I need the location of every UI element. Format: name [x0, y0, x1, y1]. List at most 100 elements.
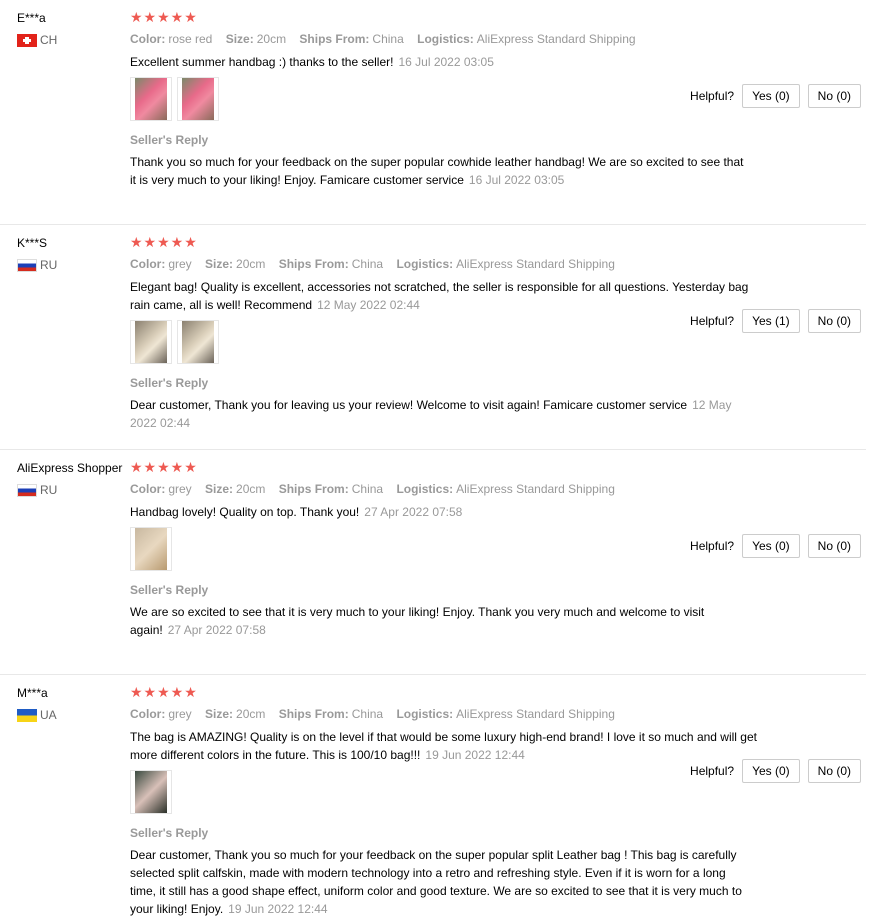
- ships-from-label: Ships From:: [299, 32, 370, 46]
- sellers-reply-text: Dear customer, Thank you for leaving us …: [130, 396, 750, 432]
- ships-from-label: Ships From:: [278, 707, 349, 721]
- review-photos: [130, 77, 770, 121]
- helpful-label: Helpful?: [690, 764, 735, 778]
- country-code: CH: [40, 33, 58, 47]
- reviewer-info: AliExpress Shopper RU: [17, 461, 129, 497]
- color-value: grey: [168, 257, 192, 271]
- ships-from-value: China: [372, 32, 404, 46]
- reviewer-name: K***S: [17, 236, 48, 250]
- country-code: RU: [40, 258, 58, 272]
- country-flag-icon: [17, 33, 37, 47]
- ships-from-value: China: [351, 257, 384, 271]
- reviewer-country: RU: [17, 483, 129, 497]
- size-value: 20cm: [236, 707, 266, 721]
- size-label: Size:: [205, 482, 234, 496]
- helpful-yes-button[interactable]: Yes (0): [742, 84, 800, 108]
- star-rating: ★★★★★: [130, 459, 198, 475]
- sellers-reply-text: We are so excited to see that it is very…: [130, 603, 750, 639]
- review-date: 12 May 2022 02:44: [317, 298, 420, 312]
- color-label: Color:: [130, 482, 166, 496]
- review-body: Elegant bag! Quality is excellent, acces…: [130, 280, 749, 312]
- review-content: ★★★★★ Color: rose red Size: 20cm Ships Fro…: [130, 9, 770, 189]
- review-date: 19 Jun 2022 12:44: [425, 748, 525, 762]
- review-item: AliExpress Shopper RU ★★★★★ Color: grey S…: [0, 450, 866, 675]
- ships-from-value: China: [351, 482, 384, 496]
- color-label: Color:: [130, 707, 166, 721]
- review-photo-thumbnail[interactable]: [130, 770, 172, 814]
- review-body: Excellent summer handbag :) thanks to th…: [130, 55, 394, 69]
- review-photo-thumbnail[interactable]: [177, 77, 219, 121]
- sellers-reply-title: Seller's Reply: [130, 826, 209, 840]
- pink-bag-photo: [135, 78, 167, 120]
- grey-bag-photo: [182, 321, 214, 363]
- helpful-no-button[interactable]: No (0): [807, 759, 861, 783]
- review-photos: [130, 527, 770, 571]
- reply-date: 16 Jul 2022 03:05: [468, 173, 565, 187]
- reviewer-name: M***a: [17, 686, 48, 700]
- helpful-controls: Helpful? Yes (1) No (0): [690, 309, 861, 333]
- reply-body: Dear customer, Thank you for leaving us …: [130, 398, 688, 412]
- review-content: ★★★★★ Color: grey Size: 20cm Ships From: Ch…: [130, 459, 770, 639]
- helpful-no-button[interactable]: No (0): [807, 84, 861, 108]
- helpful-no-button[interactable]: No (0): [807, 309, 861, 333]
- dark-bag-photo: [135, 771, 167, 813]
- reply-body: Dear customer, Thank you so much for you…: [130, 848, 742, 916]
- ships-from-value: China: [351, 707, 384, 721]
- review-photo-thumbnail[interactable]: [130, 320, 172, 364]
- ships-from-label: Ships From:: [278, 482, 349, 496]
- size-label: Size:: [225, 32, 254, 46]
- review-photo-thumbnail[interactable]: [177, 320, 219, 364]
- reviewer-country: UA: [17, 708, 129, 722]
- color-label: Color:: [130, 257, 166, 271]
- logistics-value: AliExpress Standard Shipping: [456, 707, 615, 721]
- logistics-value: AliExpress Standard Shipping: [456, 257, 615, 271]
- helpful-controls: Helpful? Yes (0) No (0): [690, 534, 861, 558]
- helpful-controls: Helpful? Yes (0) No (0): [690, 759, 861, 783]
- color-value: grey: [168, 482, 192, 496]
- logistics-label: Logistics:: [396, 482, 454, 496]
- helpful-no-button[interactable]: No (0): [807, 534, 861, 558]
- helpful-controls: Helpful? Yes (0) No (0): [690, 84, 861, 108]
- order-attributes: Color: rose red Size: 20cm Ships From: Chin…: [130, 31, 770, 47]
- grey-bag-photo: [135, 321, 167, 363]
- helpful-yes-button[interactable]: Yes (0): [742, 759, 800, 783]
- star-rating: ★★★★★: [130, 9, 198, 25]
- review-photos: [130, 770, 770, 814]
- review-date: 16 Jul 2022 03:05: [398, 55, 494, 69]
- helpful-yes-button[interactable]: Yes (0): [742, 534, 800, 558]
- reviewer-info: K***S RU: [17, 236, 129, 272]
- reviewer-name: E***a: [17, 11, 46, 25]
- logistics-label: Logistics:: [417, 32, 474, 46]
- sellers-reply-text: Dear customer, Thank you so much for you…: [130, 846, 750, 918]
- reviewer-info: M***a UA: [17, 686, 129, 722]
- size-label: Size:: [205, 257, 234, 271]
- review-content: ★★★★★ Color: grey Size: 20cm Ships From: Ch…: [130, 234, 770, 432]
- reviewer-country: CH: [17, 33, 129, 47]
- ships-from-label: Ships From:: [278, 257, 349, 271]
- color-value: grey: [168, 707, 192, 721]
- review-photo-thumbnail[interactable]: [130, 77, 172, 121]
- star-rating: ★★★★★: [130, 234, 198, 250]
- review-photo-thumbnail[interactable]: [130, 527, 172, 571]
- size-value: 20cm: [236, 482, 266, 496]
- size-value: 20cm: [256, 32, 287, 46]
- helpful-yes-button[interactable]: Yes (1): [742, 309, 800, 333]
- review-item: K***S RU ★★★★★ Color: grey Size: 20cm Ship…: [0, 225, 866, 450]
- sellers-reply-title: Seller's Reply: [130, 583, 209, 597]
- review-text: Handbag lovely! Quality on top. Thank yo…: [130, 503, 760, 521]
- review-item: E***a CH ★★★★★ Color: rose red Size: 20cm …: [0, 0, 866, 225]
- color-label: Color:: [130, 32, 166, 46]
- star-rating: ★★★★★: [130, 684, 198, 700]
- helpful-label: Helpful?: [690, 89, 735, 103]
- order-attributes: Color: grey Size: 20cm Ships From: China Lo…: [130, 481, 770, 497]
- review-photos: [130, 320, 770, 364]
- logistics-value: AliExpress Standard Shipping: [476, 32, 636, 46]
- size-value: 20cm: [236, 257, 266, 271]
- reviewer-country: RU: [17, 258, 129, 272]
- country-flag-icon: [17, 483, 37, 497]
- review-text: The bag is AMAZING! Quality is on the le…: [130, 728, 760, 764]
- sellers-reply-title: Seller's Reply: [130, 133, 209, 147]
- country-flag-icon: [17, 258, 37, 272]
- review-body: Handbag lovely! Quality on top. Thank yo…: [130, 505, 360, 519]
- review-text: Excellent summer handbag :) thanks to th…: [130, 53, 760, 71]
